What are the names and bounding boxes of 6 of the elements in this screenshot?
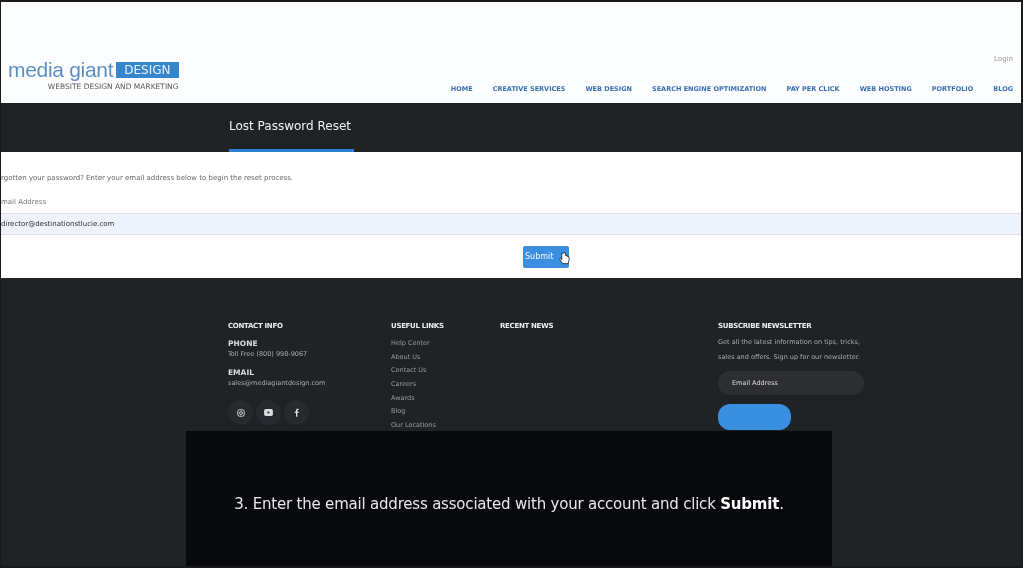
facebook-icon[interactable] (284, 400, 309, 425)
instagram-icon[interactable] (228, 400, 253, 425)
subscribe-button[interactable] (718, 404, 791, 430)
hand-cursor-icon (559, 252, 570, 265)
youtube-icon[interactable] (256, 400, 281, 425)
caption-text: 3. Enter the email address associated with your account and click Submit. (234, 494, 784, 513)
